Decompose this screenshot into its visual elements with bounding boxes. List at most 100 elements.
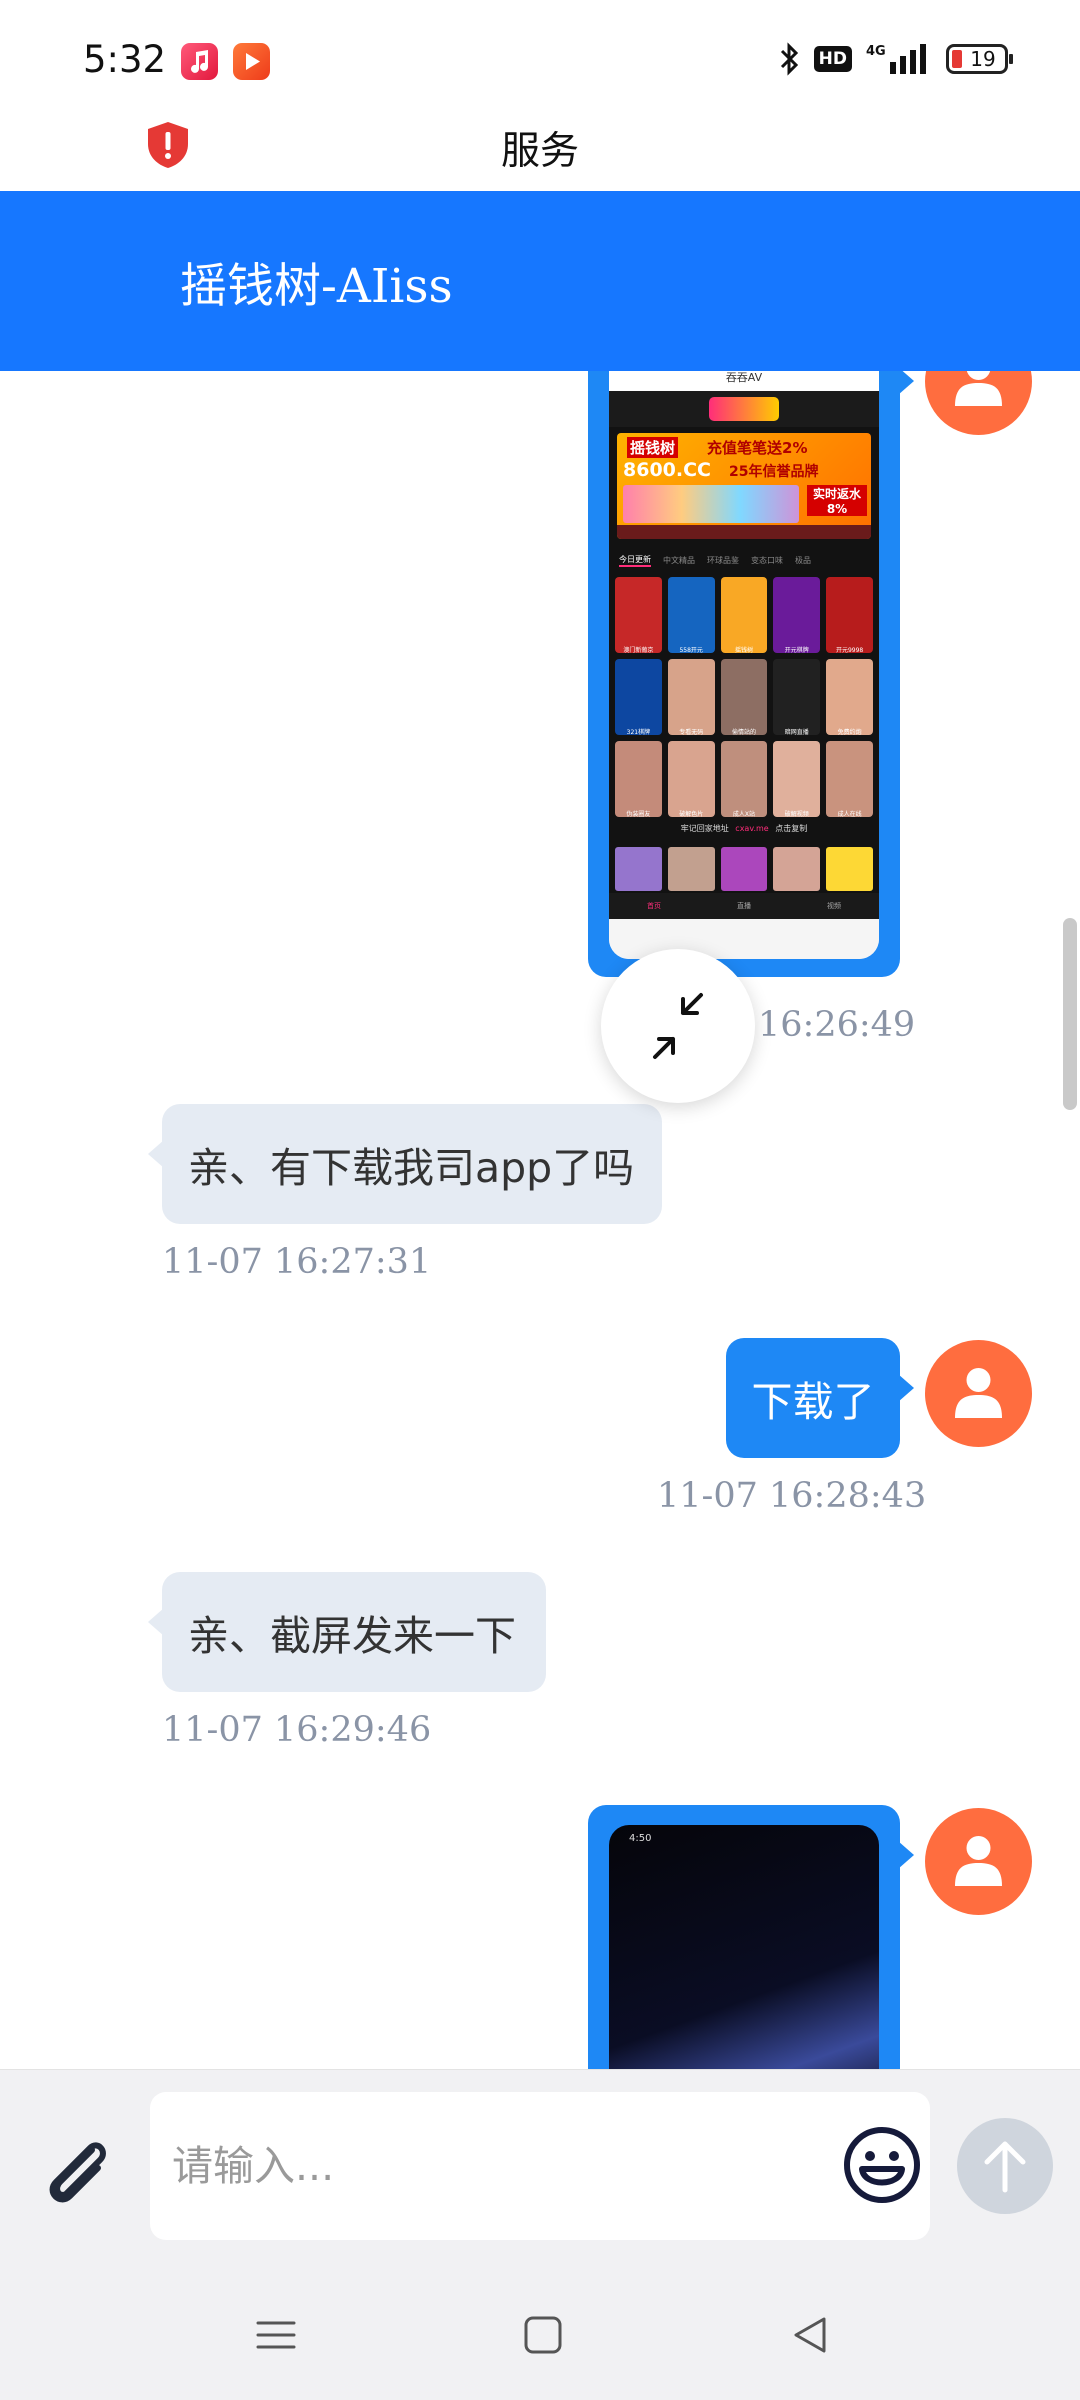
- screenshot-tab: 变态口味: [751, 555, 783, 565]
- bluetooth-icon: [780, 42, 798, 76]
- back-icon[interactable]: [780, 2305, 840, 2365]
- screenshot-tab: 环球品鉴: [707, 555, 739, 565]
- message-bubble-outgoing[interactable]: 下载了: [726, 1338, 914, 1458]
- notice-text: 牢记回家地址: [680, 824, 729, 833]
- banner-people-strip: [623, 485, 799, 523]
- message-text: 亲、有下载我司app了吗: [188, 1144, 635, 1192]
- grid-label: 成人在线: [837, 811, 862, 818]
- grid-label: 伪装圈友: [626, 811, 651, 818]
- hd-icon: HD: [813, 46, 852, 72]
- chat-scrollbar[interactable]: [1063, 918, 1077, 1110]
- chat-message-list[interactable]: 4:26 吞吞AV 摇钱树 充值笔笔送2% 8600.CC 25年信誉品牌 实时…: [0, 371, 1060, 2069]
- grid-tile: 免费约炮: [826, 659, 873, 736]
- battery-icon: 19: [946, 44, 1013, 74]
- banner-line-1: 摇钱树: [627, 437, 679, 458]
- grid-tile: 破解色片: [667, 741, 715, 818]
- message-text: 下载了: [751, 1378, 875, 1426]
- music-app-icon: [181, 43, 218, 80]
- thumb: [615, 847, 662, 891]
- thumb: [826, 847, 873, 891]
- grid-tile: 摇钱树: [720, 577, 768, 654]
- grid-label: 摇钱树: [734, 647, 753, 654]
- person-icon: [955, 371, 1002, 406]
- grid-tile: 破解视频: [773, 741, 821, 818]
- message-image-screenshot[interactable]: 4:26 吞吞AV 摇钱树 充值笔笔送2% 8600.CC 25年信誉品牌 实时…: [609, 371, 879, 959]
- grid-tile: 开元9998: [826, 577, 873, 654]
- arrow-up-icon: [984, 2141, 1026, 2193]
- grid-tile: 成人X站: [720, 741, 768, 818]
- grid-tile: 开元棋牌: [773, 577, 821, 654]
- screenshot-tab: 中文精品: [663, 555, 695, 565]
- message-text: 亲、截屏发来一下: [188, 1612, 516, 1660]
- grid-label: 澳门新葡京: [623, 647, 654, 654]
- grid-label: 专看无码: [679, 729, 704, 736]
- grid-tile: 偷情站的: [720, 659, 768, 736]
- send-button[interactable]: [957, 2118, 1053, 2214]
- message-bubble-incoming[interactable]: 亲、有下载我司app了吗: [148, 1104, 662, 1224]
- message-image-screenshot[interactable]: 4:50: [609, 1825, 879, 2069]
- emoji-icon[interactable]: [842, 2125, 922, 2205]
- user-avatar[interactable]: [925, 1340, 1032, 1447]
- message-input[interactable]: [150, 2092, 930, 2240]
- grid-tile: 澳门新葡京: [615, 577, 662, 654]
- grid-label: 破解视频: [784, 811, 809, 818]
- minimize-button[interactable]: [601, 949, 755, 1103]
- user-avatar[interactable]: [925, 1808, 1032, 1915]
- menu-icon[interactable]: [246, 2305, 306, 2365]
- message-timestamp: 16:26:49: [758, 1005, 916, 1045]
- battery-level: 19: [970, 47, 996, 71]
- grid-tile: 成人在线: [826, 741, 873, 818]
- grid-tile: 暗网直播: [773, 659, 821, 736]
- banner-line-5: 实时返水 8%: [807, 485, 867, 516]
- screenshot-nav-item: 直播: [737, 902, 751, 910]
- grid-label: 免费约炮: [837, 729, 862, 736]
- message-timestamp: 11-07 16:28:43: [657, 1476, 927, 1516]
- banner-footer-strip: [617, 525, 871, 539]
- message-input-bar: [0, 2069, 1080, 2269]
- screenshot-tab: 今日更新: [619, 554, 651, 567]
- screenshot-tab: 极品: [795, 555, 811, 565]
- grid-label: 暗网直播: [784, 729, 809, 736]
- thumb: [720, 847, 768, 891]
- screenshot-thumb-row: [615, 847, 873, 891]
- message-bubble-incoming[interactable]: 亲、截屏发来一下: [148, 1572, 546, 1692]
- chat-header: 摇钱树-AIiss: [0, 191, 1080, 371]
- notice-url: cxav.me: [735, 824, 769, 833]
- grid-label: 开元9998: [835, 647, 864, 654]
- banner-line-2: 充值笔笔送2%: [707, 439, 808, 457]
- thumb: [667, 847, 715, 891]
- video-app-icon: [233, 43, 270, 80]
- screenshot-icon-grid: 澳门新葡京 558开元 摇钱树 开元棋牌 开元9998 321棋牌 专看无码 偷…: [615, 577, 873, 818]
- grid-tile: 321棋牌: [615, 659, 662, 736]
- message-timestamp: 11-07 16:29:46: [162, 1710, 432, 1750]
- notice-action: 点击复制: [775, 824, 808, 833]
- user-avatar[interactable]: [925, 371, 1032, 435]
- message-timestamp: 11-07 16:27:31: [162, 1242, 432, 1282]
- screenshot-bottom-nav: 首页 直播 视频: [609, 893, 879, 919]
- screenshot-logo: [709, 397, 779, 421]
- screenshot-status-time: 4:50: [629, 1833, 652, 1844]
- screenshot-banner: 摇钱树 充值笔笔送2% 8600.CC 25年信誉品牌 实时返水 8%: [617, 433, 871, 539]
- status-right-icons: HD 4G 19: [778, 42, 1013, 76]
- grid-label: 偷情站的: [731, 729, 756, 736]
- message-image-bubble[interactable]: 4:50: [588, 1805, 914, 2069]
- grid-label: 破解色片: [679, 811, 704, 818]
- signal-icon: 4G: [866, 44, 926, 74]
- screenshot-nav-item: 视频: [827, 902, 841, 910]
- chat-title: 摇钱树-AIiss: [180, 259, 453, 314]
- browser-title-row: 服务: [0, 100, 1080, 190]
- screenshot-nav-item: 首页: [647, 902, 661, 910]
- message-image-bubble[interactable]: 4:26 吞吞AV 摇钱树 充值笔笔送2% 8600.CC 25年信誉品牌 实时…: [588, 371, 914, 977]
- page-title: 服务: [500, 129, 579, 174]
- screenshot-topbar: 吞吞AV: [609, 371, 879, 391]
- grid-label: 558开元: [679, 647, 703, 654]
- screenshot-app-header: [609, 391, 879, 427]
- paperclip-icon[interactable]: [34, 2128, 118, 2212]
- screenshot-notice: 牢记回家地址 cxav.me 点击复制: [609, 823, 879, 843]
- banner-line-3: 8600.CC: [623, 459, 711, 481]
- screenshot-tabs: 今日更新 中文精品 环球品鉴 变态口味 极品: [609, 549, 879, 571]
- svg-text:4G: 4G: [866, 44, 886, 59]
- home-icon[interactable]: [513, 2305, 573, 2365]
- status-time: 5:32: [83, 38, 167, 81]
- person-icon: [955, 1368, 1002, 1418]
